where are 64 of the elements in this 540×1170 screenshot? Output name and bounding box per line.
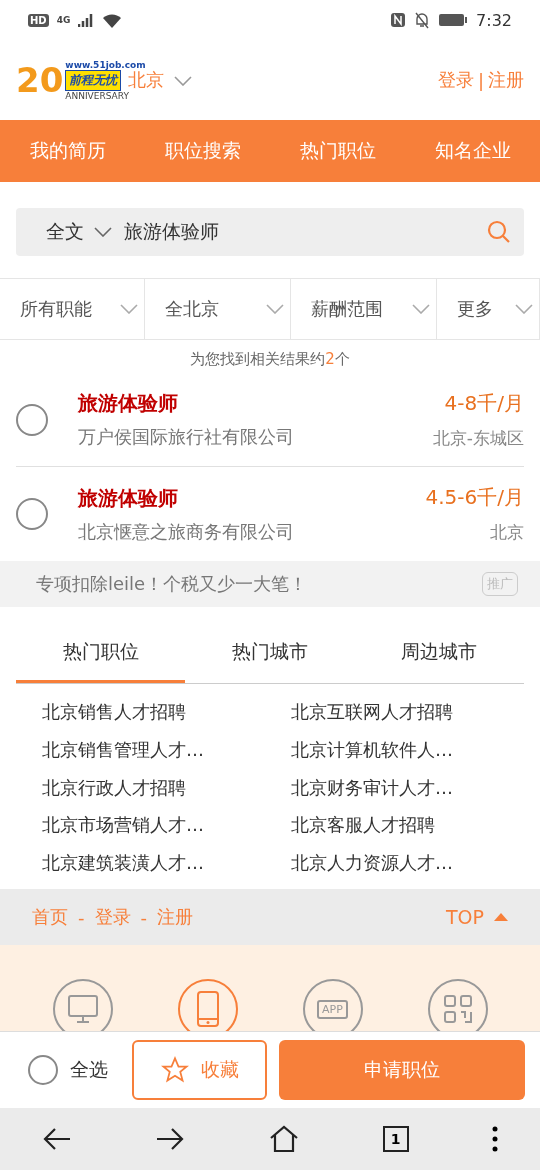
- chevron-down-icon: [515, 304, 533, 314]
- job-category-link[interactable]: 北京行政人才招聘: [42, 773, 291, 804]
- bell-muted-icon: [414, 11, 431, 29]
- job-category-link[interactable]: 北京财务审计人才…: [291, 773, 540, 804]
- forward-icon[interactable]: [155, 1127, 186, 1151]
- job-category-link[interactable]: 北京客服人才招聘: [291, 811, 540, 842]
- tabs-button[interactable]: 1: [382, 1126, 409, 1152]
- signal-icon: [78, 13, 95, 27]
- salary: 4.5-6千/月: [425, 484, 524, 511]
- star-icon: [160, 1056, 189, 1084]
- search-icon[interactable]: [486, 219, 512, 245]
- monitor-icon: [65, 992, 100, 1026]
- chevron-down-icon: [174, 75, 192, 86]
- company-name: 北京惬意之旅商务有限公司: [78, 519, 295, 544]
- search-field[interactable]: 旅游体验师: [122, 220, 476, 244]
- separator: |: [477, 69, 484, 91]
- radio-button[interactable]: [16, 403, 48, 436]
- job-title[interactable]: 旅游体验师: [78, 390, 433, 417]
- job-category-link[interactable]: 北京销售人才招聘: [42, 698, 291, 728]
- location: 北京-东城区: [432, 426, 524, 450]
- ad-text[interactable]: 专项扣除leile！个税又少一大笔！: [36, 572, 308, 596]
- select-all-label[interactable]: 全选: [70, 1057, 108, 1083]
- nfc-icon: [390, 12, 407, 28]
- tab[interactable]: 周边城市: [354, 624, 524, 683]
- caret-up-icon: [494, 913, 508, 921]
- chevron-down-icon: [94, 227, 112, 237]
- tab[interactable]: 热门城市: [185, 624, 355, 683]
- network-label: 4G: [56, 15, 71, 25]
- hd-indicator: HD: [28, 13, 49, 27]
- clock: 7:32: [476, 10, 512, 30]
- logo-brand[interactable]: 前程无忧: [65, 69, 122, 91]
- logo-url: www.51job.com: [65, 59, 146, 70]
- chevron-down-icon: [266, 304, 284, 314]
- home-icon[interactable]: [269, 1125, 299, 1153]
- job-category-link[interactable]: 北京建筑装潢人才…: [42, 849, 291, 879]
- qr-code-icon: [441, 993, 474, 1025]
- download-option[interactable]: [52, 979, 113, 1031]
- job-category-link[interactable]: 北京人力资源人才…: [291, 849, 540, 879]
- app-icon: APP: [317, 999, 348, 1019]
- battery-icon: [438, 13, 469, 27]
- chevron-down-icon: [412, 304, 430, 314]
- logo-number: 20: [16, 63, 64, 97]
- tablet-icon: [194, 990, 221, 1028]
- separator: -: [78, 906, 85, 928]
- radio-button[interactable]: [28, 1055, 58, 1085]
- result-count: 为您找到相关结果约2个: [189, 349, 351, 370]
- back-icon[interactable]: [41, 1127, 72, 1151]
- radio-button[interactable]: [16, 498, 48, 530]
- company-name: 万户侯国际旅行社有限公司: [78, 425, 295, 449]
- more-icon[interactable]: [492, 1126, 499, 1152]
- search-scope[interactable]: 全文: [46, 219, 84, 245]
- job-category-link[interactable]: 北京计算机软件人…: [291, 735, 540, 766]
- wifi-icon: [102, 12, 123, 28]
- salary: 4-8千/月: [444, 389, 524, 417]
- job-category-link[interactable]: 北京销售管理人才…: [42, 735, 291, 766]
- logo-tagline: ANNIVERSARY: [65, 90, 129, 101]
- search-bar[interactable]: 全文 旅游体验师: [16, 208, 524, 256]
- tab[interactable]: 热门职位: [16, 624, 186, 683]
- job-title[interactable]: 旅游体验师: [78, 484, 426, 512]
- location: 北京: [490, 521, 524, 544]
- chevron-down-icon: [120, 304, 138, 314]
- job-category-link[interactable]: 北京市场营销人才…: [42, 811, 291, 842]
- job-category-link[interactable]: 北京互联网人才招聘: [291, 698, 540, 728]
- separator: -: [140, 906, 147, 928]
